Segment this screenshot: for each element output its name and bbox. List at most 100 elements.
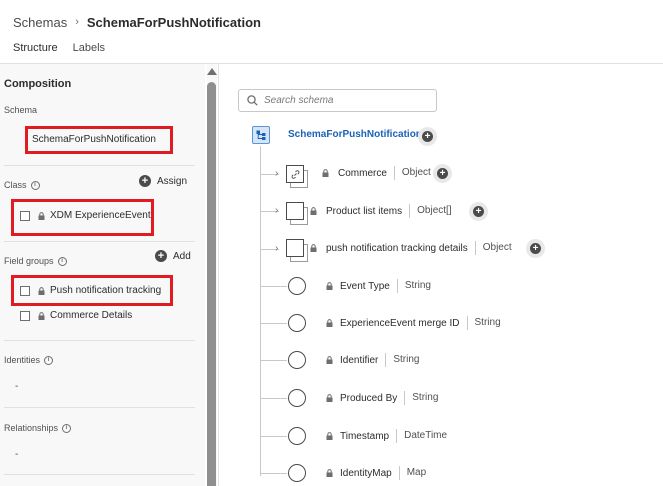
add-field-button[interactable]: + xyxy=(469,202,488,221)
lock-icon xyxy=(38,211,45,220)
divider-identities xyxy=(4,407,195,408)
field-circle-icon xyxy=(288,464,306,482)
tree-node-type: String xyxy=(404,391,438,405)
tree-node-name: ExperienceEvent merge ID xyxy=(340,317,460,329)
field-circle-icon xyxy=(288,351,306,369)
lock-icon xyxy=(322,169,329,177)
tab-structure[interactable]: Structure xyxy=(13,42,58,65)
breadcrumb: Schemas › SchemaForPushNotification xyxy=(13,13,261,31)
info-icon[interactable]: i xyxy=(30,180,40,190)
lock-icon xyxy=(326,356,333,364)
tree-node[interactable]: Produced By String xyxy=(326,391,438,405)
tree-node-name: Product list items xyxy=(326,205,403,217)
tree-node-name: Identifier xyxy=(340,354,379,366)
tree-node[interactable]: Identifier String xyxy=(326,353,419,367)
tree-node-type: String xyxy=(396,279,431,293)
lock-icon xyxy=(38,286,45,295)
search-input[interactable] xyxy=(264,95,424,106)
tree-node-name: Timestamp xyxy=(340,430,390,442)
chevron-right-icon[interactable]: › xyxy=(275,205,278,216)
add-circle-icon: + xyxy=(139,175,151,187)
schema-label-text: Schema xyxy=(4,105,38,115)
tree-node[interactable]: ExperienceEvent merge ID String xyxy=(326,316,501,330)
add-circle-icon: + xyxy=(473,206,484,217)
field-groups-label: Field groups i xyxy=(4,256,67,266)
field-group-checkbox[interactable] xyxy=(20,310,30,321)
tree-node[interactable]: Timestamp DateTime xyxy=(326,429,447,443)
class-item[interactable]: XDM ExperienceEvent xyxy=(20,210,151,221)
info-icon[interactable]: i xyxy=(44,355,54,365)
schema-name[interactable]: SchemaForPushNotification xyxy=(32,134,156,145)
scroll-up-arrow-icon[interactable] xyxy=(207,68,217,75)
scrollbar-thumb[interactable] xyxy=(207,82,216,486)
divider-relationships xyxy=(4,474,195,475)
info-icon[interactable]: i xyxy=(57,256,67,266)
field-group-item[interactable]: Push notification tracking xyxy=(20,285,161,296)
schema-root-label[interactable]: SchemaForPushNotification xyxy=(288,129,422,140)
lock-icon xyxy=(326,282,333,290)
tab-bar: Structure Labels xyxy=(13,42,105,65)
add-circle-icon: + xyxy=(437,168,448,179)
add-field-button[interactable]: + xyxy=(433,164,452,183)
hierarchy-icon xyxy=(256,130,266,140)
field-group-label: Push notification tracking xyxy=(50,285,162,296)
breadcrumb-schemas-link[interactable]: Schemas xyxy=(13,15,67,30)
object-icon xyxy=(286,202,304,220)
field-circle-icon xyxy=(288,389,306,407)
lock-icon xyxy=(326,432,333,440)
identities-label-text: Identities xyxy=(4,355,41,365)
tree-node-type: DateTime xyxy=(396,429,447,443)
tree-branch xyxy=(261,436,287,437)
class-label-text: Class xyxy=(4,180,27,190)
lock-icon xyxy=(326,394,333,402)
tab-labels[interactable]: Labels xyxy=(73,42,105,65)
tree-node-name: Commerce xyxy=(338,167,387,179)
relationships-label: Relationships i xyxy=(4,423,72,433)
identities-label: Identities i xyxy=(4,355,54,365)
chevron-right-icon[interactable]: › xyxy=(275,168,278,179)
breadcrumb-separator: › xyxy=(75,16,79,28)
tree-node[interactable]: Commerce Object xyxy=(322,166,431,180)
tree-branch xyxy=(261,398,287,399)
lock-icon xyxy=(310,207,317,215)
composition-title: Composition xyxy=(4,78,72,90)
add-circle-icon: + xyxy=(422,131,433,142)
info-icon[interactable]: i xyxy=(62,423,72,433)
tree-node-type: Map xyxy=(398,466,426,480)
tree-node[interactable]: push notification tracking details Objec… xyxy=(310,241,512,255)
relationships-value: - xyxy=(15,449,19,460)
lock-icon xyxy=(326,319,333,327)
add-field-button[interactable]: + xyxy=(526,239,545,258)
relationships-label-text: Relationships xyxy=(4,423,59,433)
class-item-checkbox[interactable] xyxy=(20,210,30,221)
assign-class-button[interactable]: + Assign xyxy=(139,175,187,187)
search-icon xyxy=(247,95,258,106)
field-group-item[interactable]: Commerce Details xyxy=(20,310,132,321)
tree-node-name: Produced By xyxy=(340,392,398,404)
field-group-label: Commerce Details xyxy=(50,310,133,321)
composition-panel: Composition Schema SchemaForPushNotifica… xyxy=(0,64,205,486)
add-label: Add xyxy=(173,250,191,262)
tree-node-name: push notification tracking details xyxy=(326,242,468,254)
tree-node-type: Object[] xyxy=(409,204,452,218)
field-circle-icon xyxy=(288,277,306,295)
add-field-root-button[interactable]: + xyxy=(418,127,437,146)
lock-icon xyxy=(38,311,45,320)
tree-node-name: Event Type xyxy=(340,280,390,292)
field-circle-icon xyxy=(288,427,306,445)
link-icon xyxy=(286,165,304,183)
tree-node-name: IdentityMap xyxy=(340,467,392,479)
object-icon xyxy=(286,239,304,257)
search-box[interactable] xyxy=(238,89,437,112)
field-circle-icon xyxy=(288,314,306,332)
tree-node[interactable]: Product list items Object[] xyxy=(310,204,452,218)
field-group-checkbox[interactable] xyxy=(20,285,30,296)
tree-node[interactable]: Event Type String xyxy=(326,279,431,293)
add-field-group-button[interactable]: + Add xyxy=(155,250,191,262)
tree-node-type: String xyxy=(385,353,419,367)
tree-node[interactable]: IdentityMap Map xyxy=(326,466,426,480)
class-label: Class i xyxy=(4,180,40,190)
chevron-right-icon[interactable]: › xyxy=(275,243,278,254)
assign-label: Assign xyxy=(157,175,188,187)
panel-divider xyxy=(218,64,219,486)
